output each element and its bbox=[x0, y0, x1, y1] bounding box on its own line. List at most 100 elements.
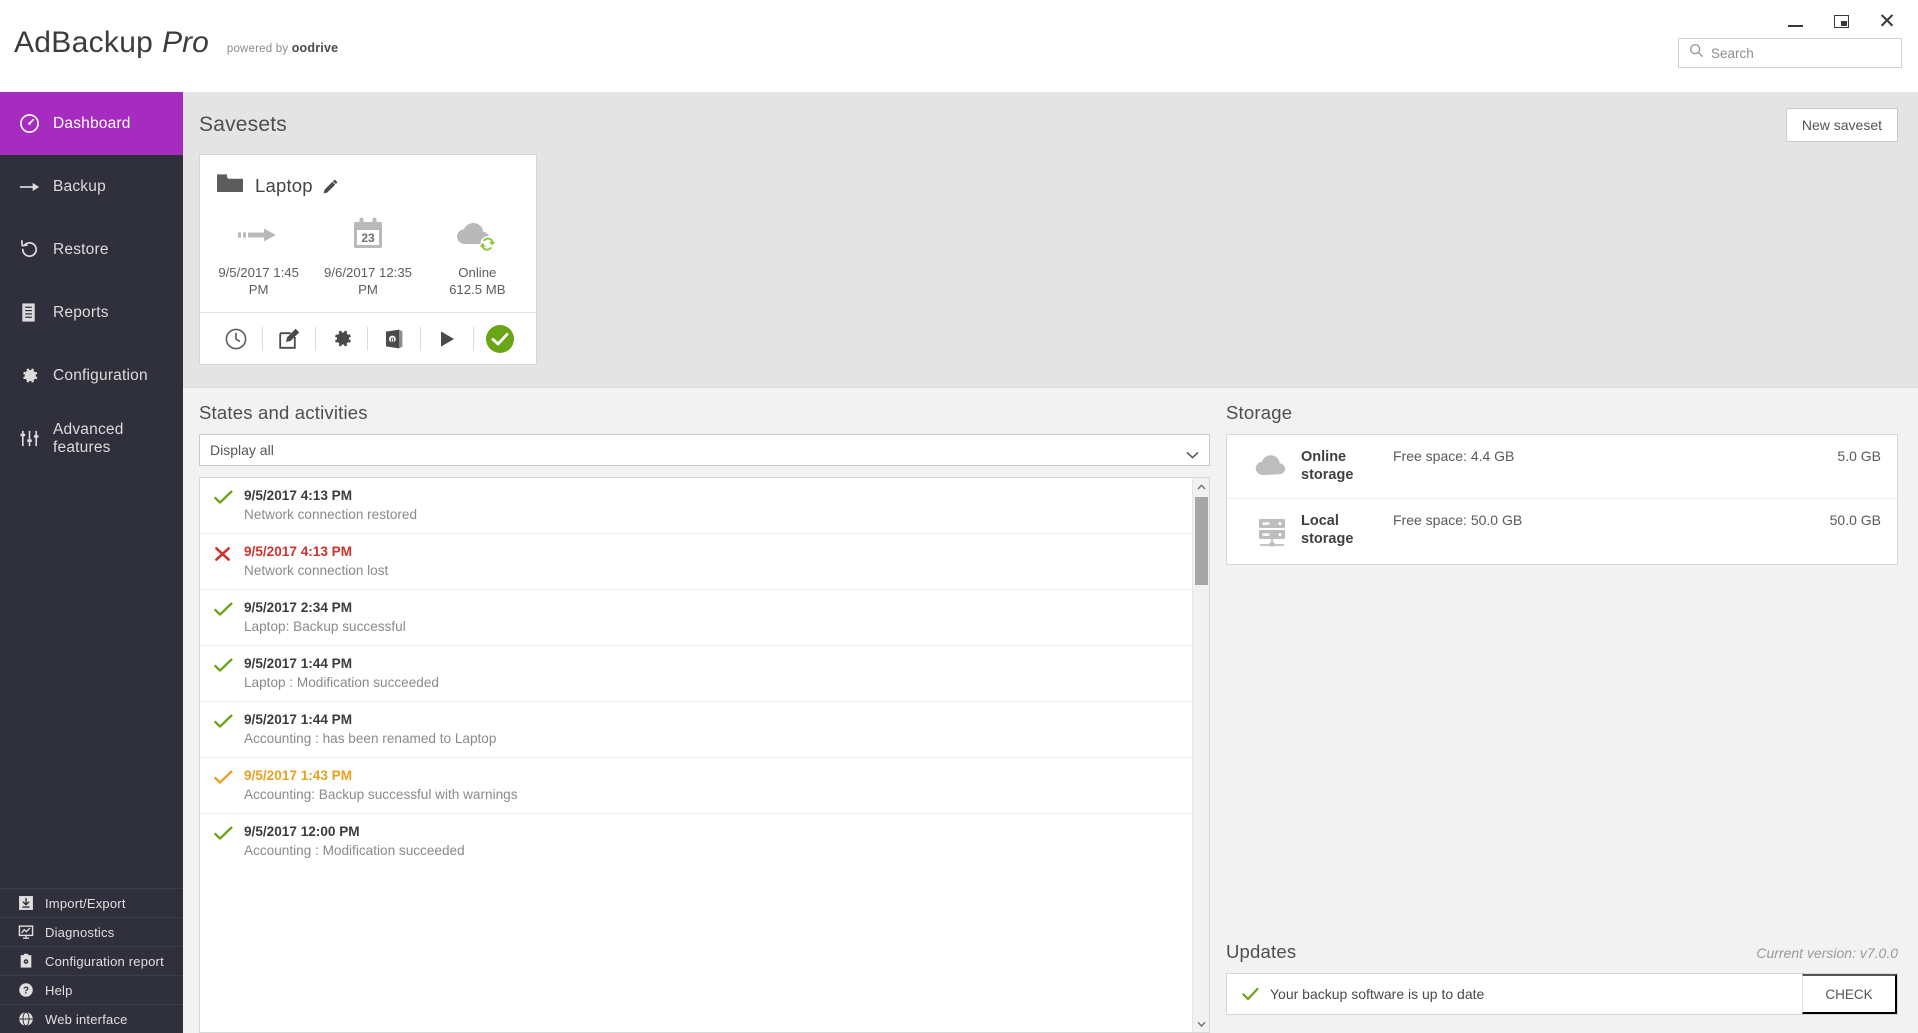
activity-row[interactable]: 9/5/2017 12:00 PM Accounting : Modificati… bbox=[200, 814, 1192, 869]
activity-row[interactable]: 9/5/2017 4:13 PM Network connection resto… bbox=[200, 478, 1192, 534]
activity-row[interactable]: 9/5/2017 1:44 PM Accounting : has been re… bbox=[200, 702, 1192, 758]
sidebar-item-backup[interactable]: Backup bbox=[0, 155, 183, 218]
storage-free-local: Free space: 50.0 GB bbox=[1393, 512, 1523, 529]
calendar-icon: 23 bbox=[346, 211, 390, 259]
window-controls: ✕ bbox=[1772, 4, 1910, 38]
status-error-icon bbox=[214, 544, 244, 578]
storage-title: Storage bbox=[1226, 402, 1293, 423]
storage-name-local: Local storage bbox=[1301, 513, 1354, 548]
sidebar-item-configuration-report[interactable]: Configuration report bbox=[0, 946, 183, 975]
close-icon: ✕ bbox=[1878, 9, 1896, 33]
storage-panel: Onlinestorage Free space: 4.4 GB 5.0 GB bbox=[1226, 434, 1898, 566]
app-window: AdBackup Pro powered by oodrive ✕ Search… bbox=[0, 0, 1918, 1033]
saveset-vault-button[interactable]: 0 bbox=[368, 313, 420, 364]
activities-filter-select[interactable]: Display all bbox=[199, 434, 1210, 466]
storage-total-online: 5.0 GB bbox=[1837, 448, 1881, 464]
globe-icon bbox=[14, 1011, 38, 1027]
scroll-down-button[interactable] bbox=[1193, 1015, 1209, 1032]
sidebar-item-advanced-features[interactable]: Advanced features bbox=[0, 407, 183, 470]
search-box[interactable] bbox=[1678, 38, 1902, 68]
stat-last-backup: 9/5/2017 1:45 PM bbox=[204, 211, 313, 298]
activity-timestamp: 9/5/2017 12:00 PM bbox=[244, 824, 360, 839]
restore-icon bbox=[1833, 14, 1849, 28]
status-success-icon bbox=[214, 488, 244, 522]
minimize-icon bbox=[1787, 25, 1803, 27]
saveset-settings-button[interactable] bbox=[316, 313, 368, 364]
sidebar-item-import-export[interactable]: Import/Export bbox=[0, 888, 183, 917]
scrollbar-track[interactable] bbox=[1193, 495, 1209, 1015]
activities-list: 9/5/2017 4:13 PM Network connection resto… bbox=[200, 478, 1192, 1032]
saveset-name: Laptop bbox=[255, 175, 313, 196]
saveset-run-button[interactable] bbox=[421, 313, 473, 364]
restore-button[interactable] bbox=[1818, 4, 1864, 38]
sidebar-item-help[interactable]: ? Help bbox=[0, 975, 183, 1004]
activity-description: Network connection lost bbox=[244, 563, 389, 578]
current-version-label: Current version: v7.0.0 bbox=[1756, 945, 1898, 961]
svg-text:0: 0 bbox=[391, 337, 395, 344]
stat-next-backup-value: 9/6/2017 12:35 PM bbox=[323, 265, 412, 297]
powered-by-text: powered by oodrive bbox=[226, 41, 339, 55]
sidebar-item-configuration[interactable]: Configuration bbox=[0, 344, 183, 407]
storage-meter-local: Free space: 50.0 GB 50.0 GB bbox=[1387, 512, 1881, 528]
stat-storage-value: Online 612.5 MB bbox=[449, 265, 506, 297]
activity-description: Accounting : Modification succeeded bbox=[244, 843, 465, 858]
activity-row[interactable]: 9/5/2017 2:34 PM Laptop: Backup successfu… bbox=[200, 590, 1192, 646]
saveset-card-header: Laptop bbox=[200, 155, 536, 203]
sidebar-label-restore: Restore bbox=[53, 240, 109, 258]
activities-filter[interactable]: Display all bbox=[199, 434, 1210, 466]
activity-description: Accounting : has been renamed to Laptop bbox=[244, 731, 497, 746]
activities-title: States and activities bbox=[199, 402, 368, 423]
saveset-edit-button[interactable] bbox=[263, 313, 315, 364]
sidebar-label-import-export: Import/Export bbox=[45, 895, 126, 911]
stat-storage: Online 612.5 MB bbox=[423, 211, 532, 298]
storage-row-online: Online storage Free space: 4.4 GB 5.0 GB bbox=[1227, 435, 1897, 500]
calendar-day-label: 23 bbox=[361, 231, 375, 245]
activity-timestamp: 9/5/2017 1:44 PM bbox=[244, 656, 353, 671]
sliders-icon bbox=[14, 428, 44, 449]
activities-panel: States and activities Display all 9/5/20… bbox=[199, 402, 1210, 1033]
sidebar-label-dashboard: Dashboard bbox=[53, 114, 131, 132]
status-success-icon bbox=[214, 600, 244, 634]
sidebar-label-configuration: Configuration bbox=[53, 366, 148, 384]
saveset-history-button[interactable] bbox=[210, 313, 262, 364]
sidebar-label-reports: Reports bbox=[53, 303, 109, 321]
activity-row[interactable]: 9/5/2017 1:43 PM Accounting: Backup succe… bbox=[200, 758, 1192, 814]
saveset-actions: 0 bbox=[200, 312, 536, 364]
sidebar-item-dashboard[interactable]: Dashboard bbox=[0, 92, 183, 155]
activity-row[interactable]: 9/5/2017 4:13 PM Network connection lost bbox=[200, 534, 1192, 590]
server-network-icon bbox=[1243, 512, 1301, 550]
sidebar-label-web-interface: Web interface bbox=[45, 1011, 128, 1027]
saveset-status-button[interactable] bbox=[474, 313, 526, 364]
activity-timestamp: 9/5/2017 4:13 PM bbox=[244, 544, 353, 559]
stat-next-backup: 23 9/6/2017 12:35 PM bbox=[313, 211, 422, 298]
minimize-button[interactable] bbox=[1772, 4, 1818, 38]
search-input[interactable] bbox=[1711, 45, 1901, 61]
new-saveset-button[interactable]: New saveset bbox=[1785, 108, 1898, 142]
right-column: Storage Online storage Free space: 4.4 GB… bbox=[1226, 402, 1898, 1033]
scrollbar-thumb[interactable] bbox=[1195, 497, 1208, 585]
sidebar-item-diagnostics[interactable]: Diagnostics bbox=[0, 917, 183, 946]
activity-timestamp: 9/5/2017 1:44 PM bbox=[244, 712, 353, 727]
pencil-icon[interactable] bbox=[322, 178, 339, 195]
sidebar-primary-nav: Dashboard Backup Restore Reports Configu… bbox=[0, 92, 183, 470]
title-bar: AdBackup Pro powered by oodrive ✕ bbox=[0, 0, 1918, 92]
activity-timestamp: 9/5/2017 4:13 PM bbox=[244, 488, 353, 503]
check-icon bbox=[1242, 987, 1259, 1001]
check-updates-button[interactable]: CHECK bbox=[1802, 974, 1897, 1014]
activities-scrollbar[interactable] bbox=[1192, 478, 1209, 1032]
close-button[interactable]: ✕ bbox=[1864, 4, 1910, 38]
activity-row[interactable]: 9/5/2017 1:44 PM Laptop : Modification su… bbox=[200, 646, 1192, 702]
updates-header: Updates Current version: v7.0.0 bbox=[1226, 941, 1898, 963]
sidebar-label-help: Help bbox=[45, 982, 73, 998]
sidebar-label-backup: Backup bbox=[53, 177, 106, 195]
sidebar-secondary-nav: Import/Export Diagnostics Configuration … bbox=[0, 888, 183, 1033]
sidebar-item-web-interface[interactable]: Web interface bbox=[0, 1004, 183, 1033]
cloud-icon bbox=[1243, 448, 1301, 480]
sidebar-item-restore[interactable]: Restore bbox=[0, 218, 183, 281]
arrow-right-icon bbox=[14, 179, 44, 195]
saveset-card[interactable]: Laptop 9/5/2017 1:45 PM 23 9/6/2017 12:3… bbox=[199, 154, 537, 365]
scroll-up-button[interactable] bbox=[1193, 478, 1209, 495]
app-body: Dashboard Backup Restore Reports Configu… bbox=[0, 92, 1918, 1033]
restore-icon bbox=[14, 239, 44, 260]
sidebar-item-reports[interactable]: Reports bbox=[0, 281, 183, 344]
